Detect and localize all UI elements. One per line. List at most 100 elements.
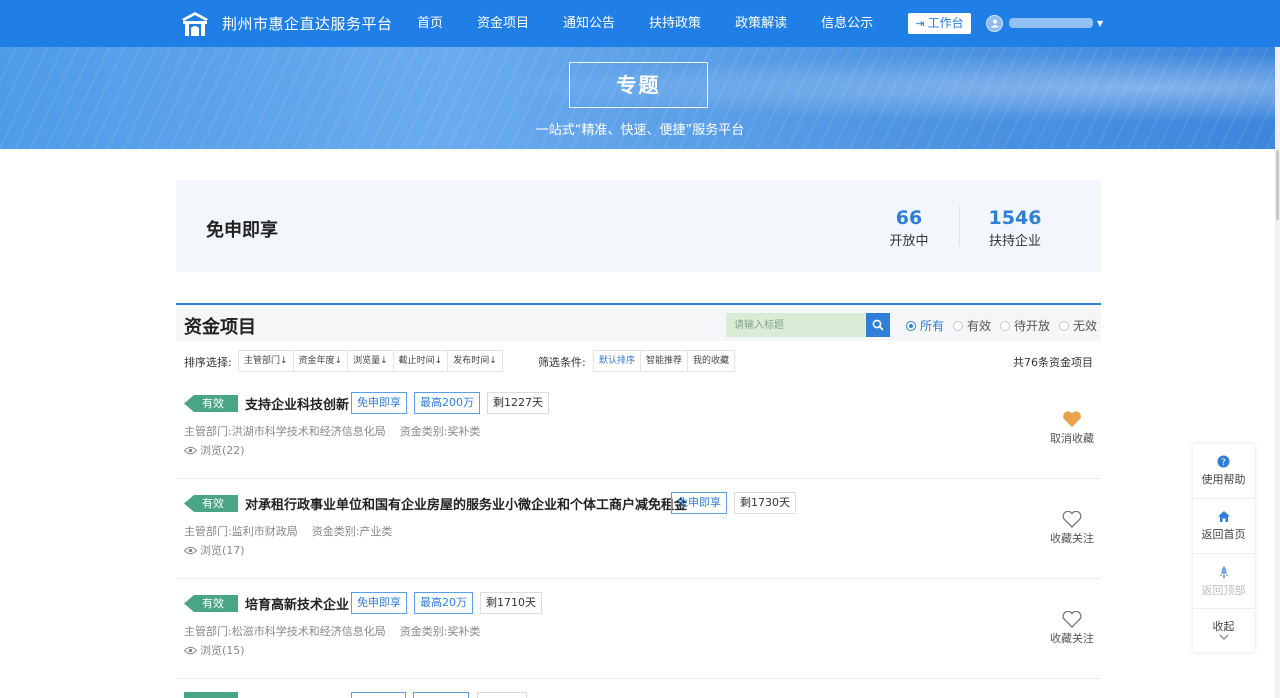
radio-dot [953, 320, 964, 331]
stat-divider [959, 206, 960, 246]
tag-days-left: 剩1730天 [734, 492, 796, 514]
radio-dot [906, 320, 916, 331]
item-title[interactable]: 对承租行政事业单位和国有企业房屋的服务业小微企业和个体工商户减免租金 [245, 494, 687, 513]
sort-filter-row: 排序选择: 主管部门↓ 资金年度↓ 浏览量↓ 截止时间↓ 发布时间↓ 筛选条件:… [176, 341, 1101, 377]
list-item: 有效 支持企业科技创新 免申即享 最高200万 剩1227天 主管部门:洪湖市科… [176, 379, 1101, 479]
nav-policy-interpretation[interactable]: 政策解读 [718, 0, 804, 47]
section-title: 资金项目 [184, 317, 256, 338]
tag-exempt: 免申即享 [671, 492, 727, 514]
status-radio-valid[interactable]: 有效 [953, 317, 991, 334]
item-department: 主管部门:松滋市科学技术和经济信息化局 [184, 625, 386, 638]
back-to-top-button[interactable]: 返回顶部 [1193, 554, 1254, 609]
next-item-tag-partial [351, 692, 406, 698]
sort-by-deadline[interactable]: 截止时间↓ [394, 351, 449, 371]
site-title[interactable]: 荆州市惠企直达服务平台 [222, 13, 393, 34]
status-label: 待开放 [1014, 319, 1051, 333]
item-meta: 主管部门:监利市财政局 资金类别:产业类 [184, 523, 392, 539]
topic-summary-card: 免申即享 66 开放中 1546 扶持企业 [176, 180, 1101, 272]
item-tags: 免申即享 最高200万 剩1227天 [351, 392, 556, 414]
nav-support-policies[interactable]: 扶持政策 [632, 0, 718, 47]
stat-enterprises-value: 1546 [988, 207, 1042, 229]
sort-by-publish-time[interactable]: 发布时间↓ [448, 351, 502, 371]
status-filter-group: 所有 有效 待开放 无效 [906, 317, 1106, 334]
user-menu[interactable]: ▼ [986, 14, 1103, 32]
main-nav: 首页 资金项目 通知公告 扶持政策 政策解读 信息公示 [400, 0, 890, 47]
top-nav-bar: 荆州市惠企直达服务平台 首页 资金项目 通知公告 扶持政策 政策解读 信息公示 … [0, 0, 1280, 47]
banner-subtitle: 一站式“精准、快速、便捷”服务平台 [535, 123, 745, 138]
item-department: 主管部门:监利市财政局 [184, 525, 298, 538]
home-button[interactable]: 返回首页 [1193, 499, 1254, 554]
collapse-label: 收起 [1212, 619, 1235, 633]
help-button[interactable]: ? 使用帮助 [1193, 444, 1254, 499]
item-category: 资金类别:奖补类 [399, 625, 481, 638]
status-badge: 有效 [184, 595, 238, 612]
search-input[interactable] [726, 313, 866, 337]
favorite-toggle[interactable]: 收藏关注 [1046, 611, 1098, 646]
nav-home[interactable]: 首页 [400, 0, 460, 47]
sort-by-views[interactable]: 浏览量↓ [348, 351, 394, 371]
avatar [986, 14, 1003, 32]
radio-dot [1059, 320, 1070, 331]
item-title[interactable]: 支持企业科技创新 [245, 394, 349, 413]
next-item-badge-partial [184, 692, 238, 698]
favorite-toggle[interactable]: 取消收藏 [1046, 411, 1098, 446]
rocket-icon [1219, 565, 1228, 578]
scrollbar-thumb[interactable] [1276, 150, 1279, 220]
item-tags: 免申即享 剩1730天 [671, 492, 803, 514]
stat-open: 66 开放中 [876, 207, 942, 249]
status-radio-all[interactable]: 所有 [906, 317, 944, 334]
next-item-tag-partial [477, 692, 527, 698]
help-icon: ? [1217, 455, 1230, 468]
status-badge: 有效 [184, 495, 238, 512]
home-icon [1217, 511, 1230, 522]
help-label: 使用帮助 [1201, 473, 1246, 486]
chevron-down-icon [1219, 634, 1228, 640]
filter-recommended[interactable]: 智能推荐 [641, 351, 689, 371]
svg-text:?: ? [1221, 458, 1226, 468]
list-item: 有效 对承租行政事业单位和国有企业房屋的服务业小微企业和个体工商户减免租金 免申… [176, 479, 1101, 579]
nav-fund-projects[interactable]: 资金项目 [460, 0, 546, 47]
sort-by-department[interactable]: 主管部门↓ [239, 351, 294, 371]
search-button[interactable] [866, 313, 890, 337]
status-radio-pending[interactable]: 待开放 [1000, 317, 1050, 334]
item-title[interactable]: 培育高新技术企业 [245, 594, 349, 613]
logo-icon[interactable] [180, 11, 210, 37]
home-label: 返回首页 [1201, 528, 1246, 541]
heart-outline-icon [1062, 511, 1082, 528]
workbench-label: 工作台 [927, 16, 964, 30]
list-item: 有效 培育高新技术企业 免申即享 最高20万 剩1710天 主管部门:松滋市科学… [176, 579, 1101, 679]
stat-enterprises-label: 扶持企业 [988, 234, 1041, 249]
nav-public-info[interactable]: 信息公示 [804, 0, 890, 47]
filter-label: 筛选条件: [538, 356, 586, 369]
floating-toolbar: ? 使用帮助 返回首页 返回顶部 收起 [1193, 444, 1254, 652]
nav-notices[interactable]: 通知公告 [546, 0, 632, 47]
status-radio-invalid[interactable]: 无效 [1059, 317, 1097, 334]
search-icon [872, 319, 884, 331]
tag-max-amount: 最高20万 [414, 592, 473, 614]
item-category: 资金类别:奖补类 [399, 425, 481, 438]
favorite-label: 取消收藏 [1050, 432, 1094, 445]
status-label: 所有 [920, 319, 945, 333]
banner-title: 专题 [569, 62, 708, 108]
filter-default[interactable]: 默认排序 [594, 351, 642, 371]
filter-my-favorites[interactable]: 我的收藏 [688, 351, 734, 371]
item-views: 浏览(15) [184, 642, 245, 658]
total-count: 共76条资金项目 [1013, 356, 1093, 369]
tag-days-left: 剩1710天 [480, 592, 542, 614]
heart-filled-icon [1063, 411, 1081, 427]
sort-by-fund-year[interactable]: 资金年度↓ [294, 351, 349, 371]
scrollbar-track[interactable] [1275, 47, 1280, 698]
tag-days-left: 剩1227天 [487, 392, 549, 414]
item-department: 主管部门:洪湖市科学技术和经济信息化局 [184, 425, 386, 438]
workbench-button[interactable]: ⇥ 工作台 [908, 13, 971, 34]
item-meta: 主管部门:洪湖市科学技术和经济信息化局 资金类别:奖补类 [184, 423, 480, 439]
user-name-redacted [1009, 18, 1093, 28]
eye-icon [184, 546, 197, 554]
favorite-toggle[interactable]: 收藏关注 [1046, 511, 1098, 546]
tag-max-amount: 最高200万 [414, 392, 480, 414]
views-count: 浏览(22) [200, 444, 245, 457]
banner: 专题 一站式“精准、快速、便捷”服务平台 [0, 47, 1280, 149]
caret-down-icon: ▼ [1097, 18, 1104, 28]
favorite-label: 收藏关注 [1050, 632, 1094, 645]
collapse-button[interactable]: 收起 [1193, 609, 1254, 652]
